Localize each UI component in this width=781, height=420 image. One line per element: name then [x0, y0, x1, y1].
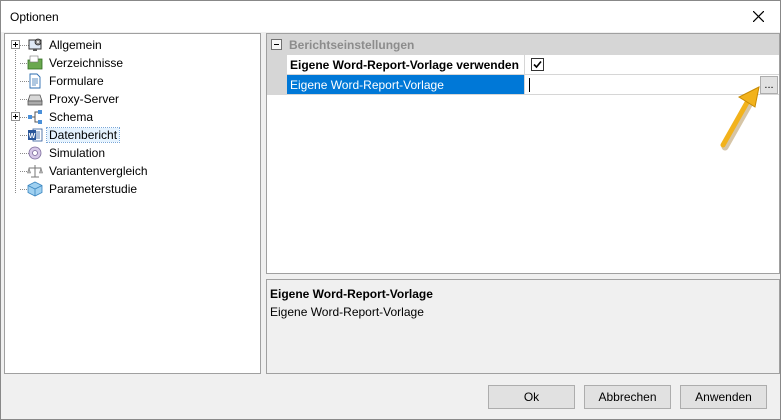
tree-item-datenbericht[interactable]: W Datenbericht: [5, 126, 260, 144]
ok-button[interactable]: Ok: [488, 385, 575, 409]
schema-icon: [28, 110, 42, 124]
checkmark-icon: [533, 60, 542, 69]
property-name: Eigene Word-Report-Vorlage verwenden: [287, 55, 524, 75]
scale-icon: [27, 165, 43, 178]
document-icon: [29, 73, 41, 89]
server-icon: [27, 94, 43, 106]
window-title: Optionen: [10, 10, 59, 24]
tree-item-variantenvergleich[interactable]: Variantenvergleich: [5, 162, 260, 180]
gear-monitor-icon: [28, 38, 42, 51]
tree-item-label: Variantenvergleich: [49, 164, 148, 178]
property-row-use-template[interactable]: Eigene Word-Report-Vorlage verwenden: [267, 55, 779, 75]
text-cursor: [529, 78, 530, 92]
collapse-icon[interactable]: [271, 39, 282, 50]
property-value[interactable]: [524, 55, 779, 75]
cancel-button[interactable]: Abbrechen: [584, 385, 671, 409]
expand-icon[interactable]: [11, 40, 20, 49]
tree-item-label: Allgemein: [49, 38, 102, 52]
cube-icon: [27, 181, 43, 197]
tree-item-schema[interactable]: Schema: [5, 108, 260, 126]
tree-item-label: Parameterstudie: [49, 182, 138, 196]
tree-item-label: Proxy-Server: [49, 92, 120, 106]
tree-item-allgemein[interactable]: Allgemein: [5, 36, 260, 54]
word-icon: W: [28, 128, 43, 142]
description-text: Eigene Word-Report-Vorlage: [270, 305, 424, 319]
tree-item-label: Verzeichnisse: [49, 56, 124, 70]
category-label: Berichtseinstellungen: [289, 38, 415, 52]
tree-item-label: Schema: [49, 110, 94, 124]
svg-text:W: W: [29, 133, 36, 140]
options-dialog: Optionen Allgemein Verzeichnisse Formula…: [0, 0, 781, 420]
category-row[interactable]: Berichtseinstellungen: [267, 34, 779, 55]
tree-item-proxy-server[interactable]: Proxy-Server: [5, 90, 260, 108]
tree-item-simulation[interactable]: Simulation: [5, 144, 260, 162]
folder-icon: [27, 55, 43, 70]
property-grid: Berichtseinstellungen Eigene Word-Report…: [266, 33, 780, 274]
use-template-checkbox[interactable]: [531, 58, 544, 71]
tree-item-label: Datenbericht: [45, 127, 121, 143]
tree-item-label: Simulation: [49, 146, 106, 160]
description-title: Eigene Word-Report-Vorlage: [270, 287, 433, 301]
close-icon: [752, 11, 764, 22]
tree-item-formulare[interactable]: Formulare: [5, 72, 260, 90]
expand-icon[interactable]: [11, 112, 20, 121]
tree-item-parameterstudie[interactable]: Parameterstudie: [5, 180, 260, 198]
description-panel: Eigene Word-Report-Vorlage Eigene Word-R…: [266, 279, 780, 374]
apply-button[interactable]: Anwenden: [680, 385, 767, 409]
simulation-icon: [28, 146, 42, 160]
title-bar: Optionen: [1, 1, 780, 32]
property-row-template-path[interactable]: Eigene Word-Report-Vorlage ...: [267, 75, 779, 95]
arrow-annotation-icon: [720, 86, 760, 151]
tree-item-verzeichnisse[interactable]: Verzeichnisse: [5, 54, 260, 72]
options-tree[interactable]: Allgemein Verzeichnisse Formulare Proxy-…: [4, 33, 261, 374]
close-button[interactable]: [736, 1, 780, 32]
property-name: Eigene Word-Report-Vorlage: [287, 75, 524, 95]
tree-item-label: Formulare: [49, 74, 104, 88]
